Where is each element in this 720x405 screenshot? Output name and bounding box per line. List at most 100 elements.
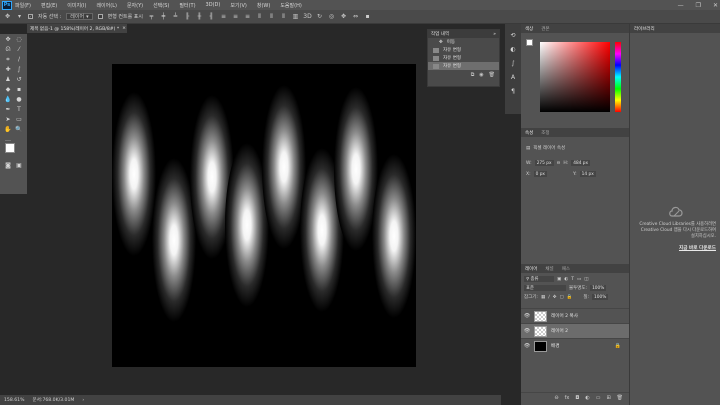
- snapshot-camera-icon[interactable]: ◉: [479, 72, 483, 78]
- align-bottom-icon[interactable]: ╧: [172, 13, 179, 20]
- close-button[interactable]: ✕: [713, 2, 718, 9]
- link-icon[interactable]: ⊖: [557, 161, 561, 166]
- menu-view[interactable]: 보기(V): [230, 2, 247, 9]
- blur-tool-icon[interactable]: 💧: [4, 96, 12, 104]
- distribute-vcenter-icon[interactable]: ≡: [232, 13, 239, 20]
- shape-tool-icon[interactable]: ▭: [15, 116, 23, 124]
- minimize-button[interactable]: —: [678, 2, 684, 9]
- hue-slider[interactable]: [615, 42, 621, 112]
- trash-icon[interactable]: 🗑: [617, 395, 623, 401]
- history-panel-icon[interactable]: ⟲: [509, 32, 517, 40]
- layer-row-selected[interactable]: 👁 레이어 2: [521, 323, 629, 338]
- maximize-button[interactable]: ❐: [696, 2, 701, 9]
- layer-style-icon[interactable]: fx: [565, 395, 570, 401]
- auto-align-icon[interactable]: ▥: [292, 13, 299, 20]
- visibility-eye-icon[interactable]: 👁: [521, 343, 533, 349]
- blend-mode-dropdown[interactable]: 표준: [524, 285, 566, 291]
- pen-tool-icon[interactable]: ✒: [4, 106, 12, 114]
- lasso-tool-icon[interactable]: ᘏ: [4, 46, 12, 54]
- history-item[interactable]: 자유 변형: [428, 54, 499, 62]
- magic-wand-tool-icon[interactable]: ⁄: [15, 46, 23, 54]
- tab-libraries[interactable]: 라이브러리: [634, 26, 655, 32]
- x-field[interactable]: 0 px: [533, 171, 547, 177]
- quick-mask-icon[interactable]: ◙: [4, 162, 12, 170]
- visibility-eye-icon[interactable]: 👁: [521, 328, 533, 334]
- history-item[interactable]: 자유 변형: [428, 46, 499, 54]
- new-group-icon[interactable]: ▭: [596, 395, 601, 401]
- align-left-icon[interactable]: ╟: [184, 13, 191, 20]
- zoom-level[interactable]: 158.61%: [4, 398, 24, 403]
- dodge-tool-icon[interactable]: ●: [15, 96, 23, 104]
- menu-type[interactable]: 문자(Y): [127, 2, 143, 9]
- menu-layer[interactable]: 레이어(L): [96, 2, 117, 9]
- menu-file[interactable]: 파일(F): [15, 2, 31, 9]
- brush-panel-icon[interactable]: ∫: [509, 60, 517, 68]
- filter-shape-icon[interactable]: ▭: [577, 277, 581, 282]
- opacity-field[interactable]: 100%: [590, 285, 607, 291]
- lock-pixels-icon[interactable]: ∕: [548, 295, 550, 300]
- filter-smart-icon[interactable]: ◫: [584, 277, 588, 282]
- trash-icon[interactable]: 🗑: [489, 72, 495, 78]
- layer-filter-dropdown[interactable]: ⚲ 종류: [524, 276, 554, 282]
- tab-adjustments[interactable]: 조정: [541, 130, 549, 136]
- gradient-tool-icon[interactable]: ▪: [15, 86, 23, 94]
- history-item-selected[interactable]: 자유 변형: [428, 62, 499, 70]
- close-icon[interactable]: ×: [122, 26, 126, 31]
- move-tool-icon[interactable]: ✥: [4, 36, 12, 44]
- y-field[interactable]: 14 px: [579, 171, 596, 177]
- tab-channels[interactable]: 채널: [545, 266, 553, 272]
- saturation-value-picker[interactable]: [540, 42, 610, 112]
- 3d-pan-icon[interactable]: ✥: [340, 13, 347, 20]
- align-vcenter-icon[interactable]: ╪: [160, 13, 167, 20]
- fill-field[interactable]: 100%: [592, 294, 609, 300]
- history-brush-tool-icon[interactable]: ↺: [15, 76, 23, 84]
- move-tool-icon[interactable]: ✥: [4, 13, 11, 20]
- paragraph-panel-icon[interactable]: ¶: [509, 88, 517, 96]
- layer-row[interactable]: 👁 배경 🔒: [521, 338, 629, 353]
- 3d-rotate-icon[interactable]: ↻: [316, 13, 323, 20]
- menu-edit[interactable]: 편집(E): [41, 2, 57, 9]
- distribute-top-icon[interactable]: ≡: [220, 13, 227, 20]
- clone-stamp-tool-icon[interactable]: ♟: [4, 76, 12, 84]
- path-selection-tool-icon[interactable]: ➤: [4, 116, 12, 124]
- collapse-icon[interactable]: »: [493, 32, 496, 37]
- tab-layers[interactable]: 레이어: [525, 266, 537, 272]
- menu-window[interactable]: 창(W): [257, 2, 270, 9]
- add-mask-icon[interactable]: ◘: [575, 395, 579, 401]
- adjustment-layer-icon[interactable]: ◐: [585, 395, 589, 401]
- auto-select-dropdown[interactable]: 레이어 ▾: [66, 13, 93, 20]
- type-tool-icon[interactable]: T: [15, 106, 23, 114]
- link-layers-icon[interactable]: ⊖: [554, 395, 558, 401]
- lock-position-icon[interactable]: ✥: [553, 295, 557, 300]
- layer-row[interactable]: 👁 레이어 2 복사: [521, 308, 629, 323]
- brush-tool-icon[interactable]: ∫: [15, 66, 23, 74]
- tab-properties[interactable]: 속성: [525, 130, 533, 136]
- lock-transparent-icon[interactable]: ▦: [541, 295, 545, 300]
- distribute-bottom-icon[interactable]: ≡: [244, 13, 251, 20]
- height-field[interactable]: 484 px: [571, 160, 591, 166]
- lock-artboard-icon[interactable]: ▢: [560, 295, 564, 300]
- distribute-hcenter-icon[interactable]: ⦀: [268, 13, 275, 20]
- menu-help[interactable]: 도움말(H): [280, 2, 301, 9]
- document-canvas[interactable]: [112, 64, 416, 367]
- chevron-right-icon[interactable]: ›: [82, 398, 84, 403]
- eyedropper-tool-icon[interactable]: ∕: [15, 56, 23, 64]
- align-right-icon[interactable]: ╢: [208, 13, 215, 20]
- color-panel-icon[interactable]: ◐: [509, 46, 517, 54]
- align-hcenter-icon[interactable]: ╫: [196, 13, 203, 20]
- 3d-roll-icon[interactable]: ◎: [328, 13, 335, 20]
- document-tab[interactable]: 제목 없음-1 @ 158%(레이어 2, RGB/8#) * ×: [27, 24, 127, 33]
- chevron-down-icon[interactable]: ▾: [16, 13, 23, 20]
- screen-mode-icon[interactable]: ▣: [15, 162, 23, 170]
- foreground-color-swatch[interactable]: [526, 39, 533, 46]
- download-now-link[interactable]: 지금 바로 다운로드: [636, 245, 716, 251]
- marquee-tool-icon[interactable]: ◌: [15, 36, 23, 44]
- character-panel-icon[interactable]: A: [509, 74, 517, 82]
- lock-all-icon[interactable]: 🔒: [567, 295, 573, 300]
- menu-select[interactable]: 선택(S): [153, 2, 169, 9]
- new-document-from-state-icon[interactable]: ⧉: [471, 72, 475, 78]
- visibility-eye-icon[interactable]: 👁: [521, 313, 533, 319]
- menu-3d[interactable]: 3D(D): [206, 2, 221, 8]
- history-item[interactable]: ✥ 이동: [428, 38, 499, 46]
- tab-color[interactable]: 색상: [525, 26, 533, 32]
